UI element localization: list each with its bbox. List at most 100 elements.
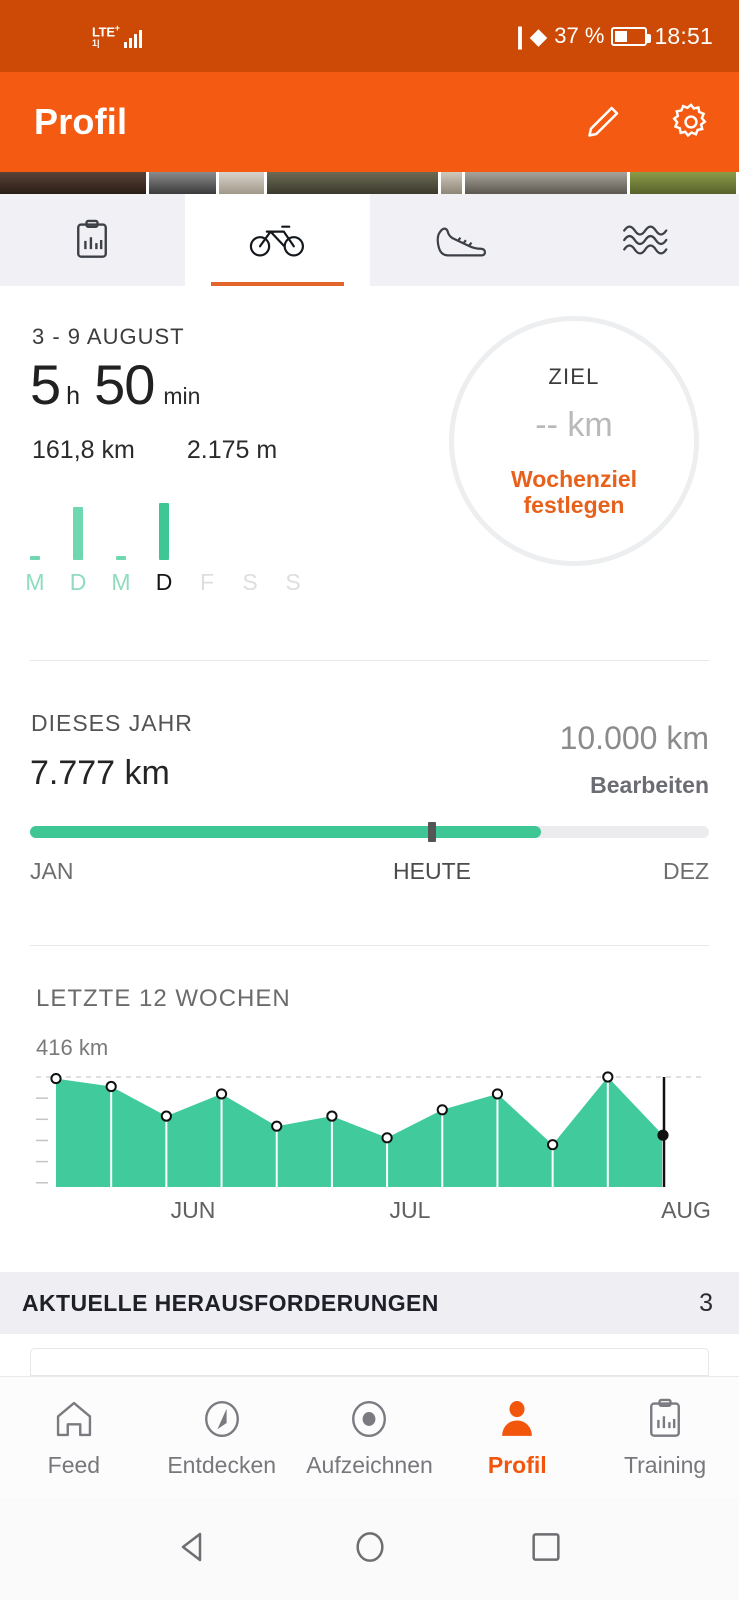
week-day-label-S-6: S	[285, 569, 301, 595]
axis-tick-jun: JUN	[170, 1197, 216, 1223]
last-12-weeks-section: LETZTE 12 WOCHEN 416 km JUN JUL AUG	[0, 947, 739, 1247]
goal-label: ZIEL	[548, 363, 600, 389]
week-day-label-M-2: M	[111, 569, 131, 595]
person-icon	[502, 1400, 533, 1436]
chart-point[interactable]	[326, 1110, 338, 1122]
divider-year-weeks	[30, 945, 709, 946]
pencil-icon	[588, 106, 619, 137]
year-end-label: DEZ	[663, 858, 709, 884]
challenges-title: AKTUELLE HERAUSFORDERUNGEN	[22, 1289, 439, 1316]
week-day-label-F-4: F	[199, 569, 215, 595]
week-bar-fill	[73, 507, 83, 560]
phone-screen: LTE+ 1| ❙◆ 37 % 18:51 Profil 3 - 9 AUGUS…	[0, 0, 739, 1600]
year-label: DIESES JAHR	[31, 710, 193, 736]
set-weekly-goal-button[interactable]: Wochenziel festlegen	[510, 465, 638, 519]
app-bar: Profil	[0, 72, 739, 172]
year-progress-fill	[30, 826, 541, 838]
chart-point[interactable]	[50, 1072, 62, 1085]
week-range-label: 3 - 9 AUGUST	[32, 324, 185, 349]
week-minutes-unit: min	[163, 383, 201, 409]
edit-profile-button[interactable]	[581, 100, 625, 144]
challenge-card[interactable]	[30, 1348, 709, 1376]
chart-point[interactable]	[105, 1080, 117, 1093]
week-secondary-stats: 161,8 km 2.175 m	[32, 436, 277, 465]
weeks12-axis-labels: JUN JUL AUG	[0, 1197, 739, 1233]
nav-label-training: Training	[623, 1451, 707, 1478]
nav-item-feed[interactable]: Feed	[0, 1377, 148, 1498]
week-bar-fill	[159, 503, 169, 560]
status-bar-right: ❙◆ 37 % 18:51	[510, 23, 713, 50]
week-distance: 161,8 km	[32, 436, 135, 464]
challenges-header-row[interactable]: AKTUELLE HERAUSFORDERUNGEN 3	[0, 1272, 739, 1334]
home-icon	[56, 1401, 92, 1436]
challenges-count: 3	[699, 1288, 713, 1317]
bottom-navigation: Feed Entdecken Aufzeichnen Profil Traini…	[0, 1376, 739, 1498]
chart-point[interactable]	[381, 1132, 393, 1144]
week-day-label-S-5: S	[242, 569, 258, 595]
week-hours-unit: h	[66, 382, 81, 410]
week-bar-fill	[116, 556, 126, 560]
network-sub: 1|	[92, 38, 100, 49]
page-title: Profil	[34, 101, 128, 142]
nav-label-discover: Entdecken	[167, 1451, 277, 1478]
chart-point[interactable]	[160, 1110, 172, 1122]
nav-item-discover[interactable]: Entdecken	[148, 1377, 296, 1498]
chart-area-fill	[56, 1077, 663, 1187]
android-back-button[interactable]	[174, 1527, 214, 1572]
year-start-label: JAN	[30, 858, 74, 884]
nav-item-training[interactable]: Training	[591, 1377, 739, 1498]
tab-swimming[interactable]	[554, 194, 739, 286]
weeks12-title: LETZTE 12 WOCHEN	[36, 985, 291, 1012]
year-progress-track[interactable]	[30, 822, 709, 842]
app-bar-actions	[581, 100, 713, 144]
record-icon	[352, 1400, 387, 1437]
today-label: HEUTE	[393, 858, 471, 884]
week-duration: 5 h 50 min	[30, 352, 200, 417]
tab-running[interactable]	[370, 194, 555, 286]
weeks12-area-chart[interactable]	[0, 1065, 739, 1193]
android-home-button[interactable]	[350, 1527, 390, 1572]
circle-home-icon	[355, 1531, 384, 1562]
axis-tick-jul: JUL	[389, 1197, 431, 1223]
chart-point[interactable]	[547, 1139, 559, 1151]
weekly-goal-ring[interactable]: ZIEL -- km Wochenziel festlegen	[449, 316, 699, 566]
week-day-label-D-1: D	[69, 569, 87, 595]
challenges-card-peek	[0, 1334, 739, 1376]
set-goal-line1: Wochenziel	[510, 465, 638, 492]
chart-point[interactable]	[215, 1088, 228, 1100]
nav-item-record[interactable]: Aufzeichnen	[296, 1377, 444, 1498]
running-shoe-icon	[436, 227, 486, 257]
clipboard-chart-icon	[77, 219, 108, 258]
compass-icon	[204, 1400, 239, 1437]
battery-icon	[611, 26, 652, 46]
status-clock: 18:51	[654, 22, 713, 49]
nav-item-profile[interactable]: Profil	[443, 1377, 591, 1498]
chart-point[interactable]	[271, 1120, 283, 1132]
edit-year-goal-button[interactable]: Bearbeiten	[590, 772, 709, 799]
tab-cycling[interactable]	[184, 194, 370, 286]
android-recents-button[interactable]	[526, 1527, 566, 1572]
today-marker	[428, 822, 436, 842]
network-sup: +	[114, 22, 120, 33]
year-value: 7.777 km	[30, 754, 170, 792]
chart-point[interactable]	[602, 1071, 614, 1083]
set-goal-line2: festlegen	[523, 491, 625, 518]
profile-photo-strip[interactable]	[0, 172, 739, 194]
year-progress-section: DIESES JAHR 7.777 km 10.000 km Bearbeite…	[0, 662, 739, 947]
settings-button[interactable]	[669, 100, 713, 144]
network-label: LTE	[92, 24, 115, 40]
chart-point-current[interactable]	[657, 1129, 669, 1141]
bicycle-icon	[249, 225, 305, 257]
week-minutes-value: 50	[94, 353, 155, 416]
week-day-label-M-0: M	[25, 569, 45, 595]
week-minibar-chart: MDMDFSS	[25, 496, 330, 596]
clipboard-chart-icon	[650, 1398, 681, 1437]
tab-overview[interactable]	[0, 194, 185, 286]
battery-percent: 37 %	[554, 23, 605, 48]
gear-icon	[672, 103, 707, 138]
chart-point[interactable]	[491, 1088, 504, 1100]
year-goal-value: 10.000 km	[559, 720, 709, 756]
signal-bars-icon	[123, 28, 142, 49]
nav-label-profile: Profil	[487, 1451, 547, 1478]
chart-point[interactable]	[436, 1104, 448, 1116]
